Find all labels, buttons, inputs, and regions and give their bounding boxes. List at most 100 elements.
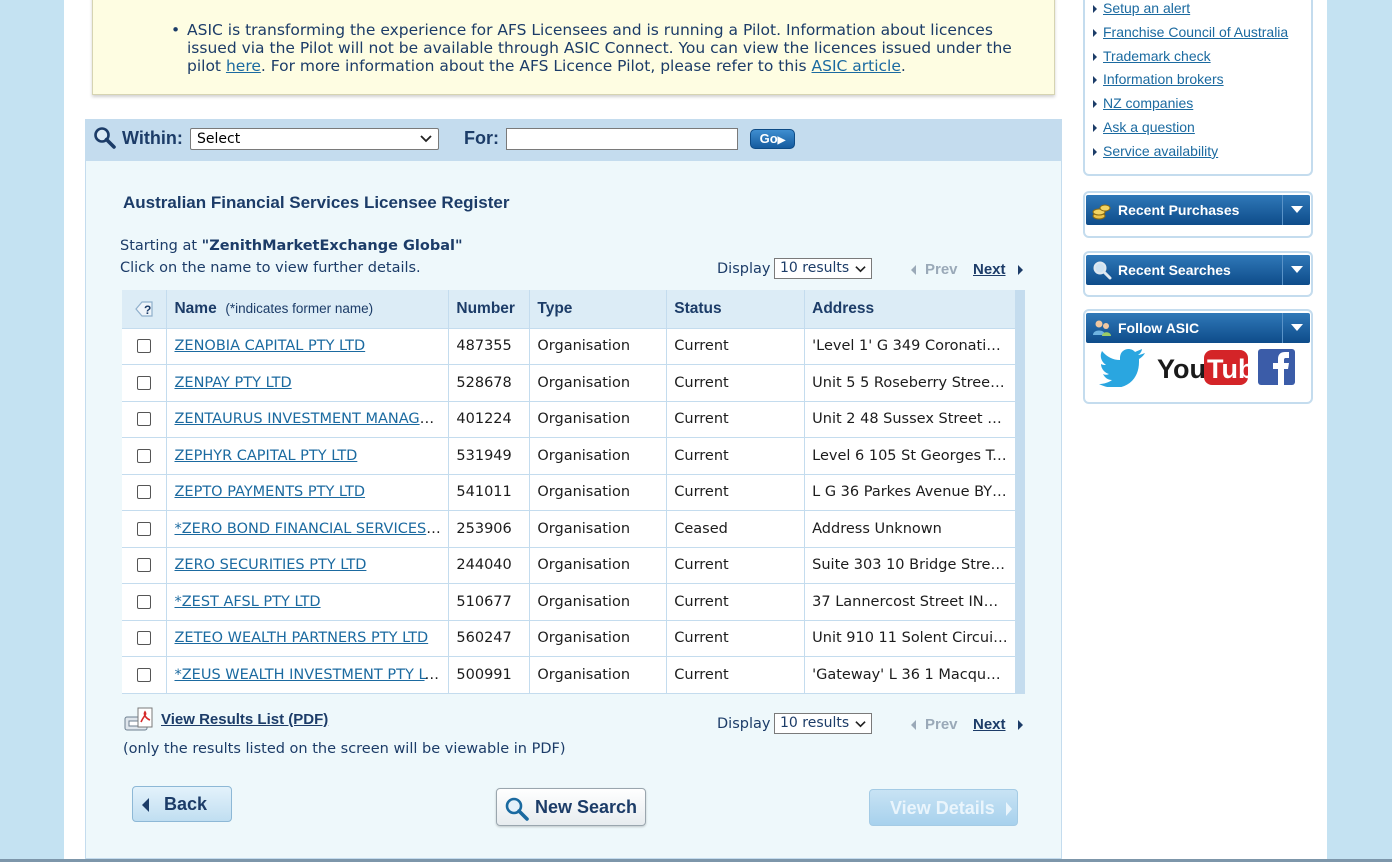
status-cell: Current bbox=[666, 583, 806, 620]
chevron-down-icon[interactable] bbox=[1282, 195, 1310, 225]
col-status: Status bbox=[666, 290, 806, 328]
row-checkbox[interactable] bbox=[137, 375, 152, 390]
status-cell: Current bbox=[666, 437, 806, 474]
within-select[interactable]: Select bbox=[190, 128, 439, 150]
search-icon bbox=[94, 127, 116, 149]
results-panel: Australian Financial Services Licensee R… bbox=[85, 160, 1062, 859]
sidebar-item-ask-question: Ask a question bbox=[1092, 119, 1288, 143]
chevron-down-icon bbox=[420, 135, 432, 143]
view-results-pdf-link[interactable]: View Results List (PDF) bbox=[161, 711, 328, 728]
within-select-value: Select bbox=[197, 131, 241, 147]
row-checkbox[interactable] bbox=[137, 485, 152, 500]
licensee-name-link[interactable]: ZENOBIA CAPITAL PTY LTD bbox=[174, 338, 365, 354]
row-checkbox[interactable] bbox=[137, 521, 152, 536]
licensee-name-link[interactable]: *ZERO BOND FINANCIAL SERVICES P... bbox=[174, 521, 447, 537]
back-button[interactable]: Back bbox=[132, 786, 232, 822]
pagination-top: Display 10 results Prev Next bbox=[717, 258, 1037, 282]
sidebar-item-service-availability: Service availability bbox=[1092, 143, 1288, 167]
facebook-icon[interactable] bbox=[1258, 349, 1295, 385]
help-icon[interactable]: ? bbox=[133, 299, 155, 319]
licensee-name-link[interactable]: ZETEO WEALTH PARTNERS PTY LTD bbox=[174, 630, 428, 646]
row-checkbox[interactable] bbox=[137, 668, 152, 682]
pdf-print-icon[interactable] bbox=[124, 706, 156, 734]
table-row: ZENTAURUS INVESTMENT MANAGEM... 401224 O… bbox=[122, 400, 1016, 438]
number-cell: 500991 bbox=[448, 656, 531, 693]
row-checkbox[interactable] bbox=[137, 339, 152, 354]
asic-article-link[interactable]: ASIC article bbox=[812, 57, 901, 75]
help-header[interactable]: ? bbox=[122, 290, 168, 328]
next-arrow-icon[interactable] bbox=[1018, 265, 1023, 275]
licensee-name-link[interactable]: ZEPHYR CAPITAL PTY LTD bbox=[174, 448, 357, 464]
sidebar-item-franchise-council: Franchise Council of Australia bbox=[1092, 24, 1288, 48]
sidebar-link[interactable]: Setup an alert bbox=[1103, 0, 1190, 16]
chevron-down-icon[interactable] bbox=[1282, 255, 1310, 285]
display-select[interactable]: 10 results bbox=[774, 713, 872, 734]
prev-link: Prev bbox=[925, 261, 958, 278]
display-select[interactable]: 10 results bbox=[774, 258, 872, 279]
licensee-name-link[interactable]: *ZEST AFSL PTY LTD bbox=[174, 594, 320, 610]
row-checkbox[interactable] bbox=[137, 412, 152, 427]
notice-bullet: ASIC is transforming the experience for … bbox=[171, 21, 1041, 75]
sidebar-link[interactable]: Ask a question bbox=[1103, 119, 1195, 135]
go-button[interactable]: Go▶ bbox=[750, 129, 795, 149]
twitter-icon[interactable] bbox=[1099, 347, 1147, 387]
search-input[interactable] bbox=[506, 128, 738, 150]
row-select-cell bbox=[122, 656, 168, 693]
view-details-button[interactable]: View Details bbox=[869, 789, 1018, 826]
type-cell: Organisation bbox=[529, 656, 668, 693]
col-number: Number bbox=[448, 290, 531, 328]
new-search-button[interactable]: New Search bbox=[496, 788, 646, 826]
row-checkbox[interactable] bbox=[137, 594, 152, 609]
sidebar-link[interactable]: Service availability bbox=[1103, 143, 1218, 159]
status-cell: Current bbox=[666, 656, 806, 693]
table-row: *ZERO BOND FINANCIAL SERVICES P... 25390… bbox=[122, 510, 1016, 547]
follow-asic-header[interactable]: Follow ASIC bbox=[1086, 313, 1310, 343]
col-name-note: (*indicates former name) bbox=[225, 300, 374, 316]
recent-searches-header[interactable]: Recent Searches bbox=[1086, 255, 1310, 285]
display-value: 10 results bbox=[780, 715, 850, 731]
notice-period: . bbox=[900, 57, 906, 75]
sidebar-link[interactable]: Franchise Council of Australia bbox=[1103, 24, 1288, 40]
table-row: ZENOBIA CAPITAL PTY LTD 487355 Organisat… bbox=[122, 327, 1016, 365]
status-cell: Current bbox=[666, 473, 806, 511]
table-row: ZEPTO PAYMENTS PTY LTD 541011 Organisati… bbox=[122, 473, 1016, 511]
results-table: ? Name (*indicates former name) Number T… bbox=[122, 290, 1025, 694]
view-details-arrow-icon bbox=[1006, 802, 1012, 816]
licensee-name-link[interactable]: *ZEUS WEALTH INVESTMENT PTY LTD bbox=[174, 667, 444, 683]
display-label: Display bbox=[717, 261, 771, 277]
sidebar-link[interactable]: NZ companies bbox=[1103, 95, 1193, 111]
pagination-bottom: Display 10 results Prev Next bbox=[717, 713, 1037, 737]
chevron-down-icon bbox=[855, 266, 866, 273]
recent-purchases-title: Recent Purchases bbox=[1118, 202, 1240, 218]
go-arrow-icon: ▶ bbox=[777, 135, 786, 146]
status-cell: Current bbox=[666, 364, 806, 401]
licensee-name-link[interactable]: ZENTAURUS INVESTMENT MANAGEM... bbox=[174, 411, 447, 427]
row-checkbox[interactable] bbox=[137, 448, 152, 463]
coins-icon bbox=[1092, 204, 1111, 220]
sidebar-link[interactable]: Trademark check bbox=[1103, 48, 1211, 64]
table-row: ZEPHYR CAPITAL PTY LTD 531949 Organisati… bbox=[122, 437, 1016, 474]
pilot-here-link[interactable]: here bbox=[226, 57, 261, 75]
chevron-down-icon bbox=[855, 721, 866, 728]
next-link[interactable]: Next bbox=[973, 716, 1006, 733]
address-cell: L G 36 Parkes Avenue BYR... bbox=[804, 473, 1016, 511]
next-link[interactable]: Next bbox=[973, 261, 1006, 278]
chevron-down-icon[interactable] bbox=[1282, 313, 1310, 343]
licensee-name-link[interactable]: ZENPAY PTY LTD bbox=[174, 375, 291, 391]
sidebar-link[interactable]: Information brokers bbox=[1103, 71, 1224, 87]
row-select-cell bbox=[122, 400, 168, 438]
youtube-icon[interactable]: You Tube bbox=[1157, 348, 1249, 388]
row-checkbox[interactable] bbox=[137, 558, 152, 573]
col-address: Address bbox=[804, 290, 1016, 328]
type-cell: Organisation bbox=[529, 619, 668, 657]
address-cell: Unit 5 5 Roseberry Street B... bbox=[804, 364, 1016, 401]
licensee-name-link[interactable]: ZERO SECURITIES PTY LTD bbox=[174, 557, 366, 573]
recent-purchases-header[interactable]: Recent Purchases bbox=[1086, 195, 1310, 225]
licensee-name-link[interactable]: ZEPTO PAYMENTS PTY LTD bbox=[174, 484, 365, 500]
col-type: Type bbox=[529, 290, 668, 328]
display-value: 10 results bbox=[780, 260, 850, 276]
next-arrow-icon[interactable] bbox=[1018, 720, 1023, 730]
name-cell: ZEPTO PAYMENTS PTY LTD bbox=[166, 473, 450, 511]
name-cell: ZENTAURUS INVESTMENT MANAGEM... bbox=[166, 400, 450, 438]
row-checkbox[interactable] bbox=[137, 631, 152, 646]
